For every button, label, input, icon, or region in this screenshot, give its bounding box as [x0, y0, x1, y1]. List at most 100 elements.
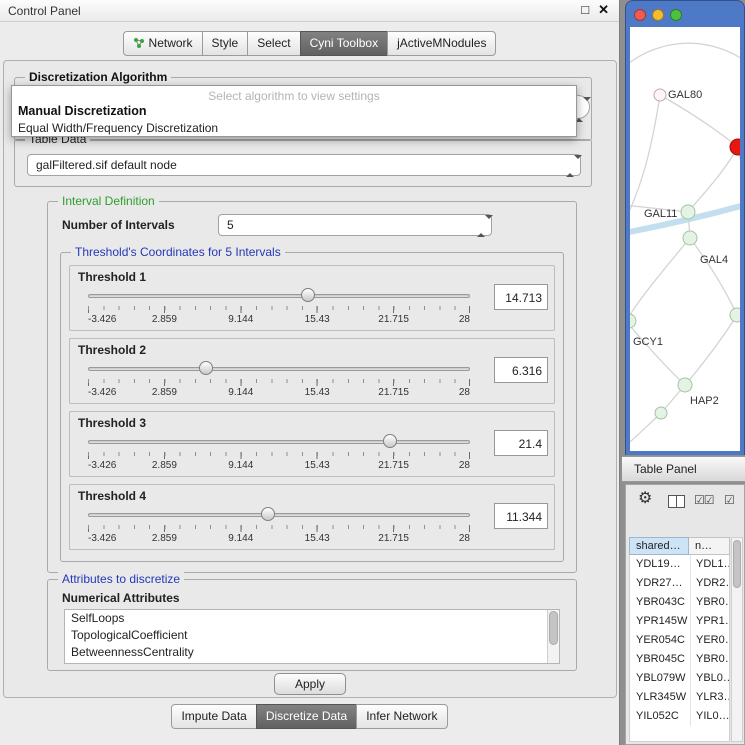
column-header-shared[interactable]: shared… [629, 537, 689, 555]
tab-network[interactable]: Network [123, 31, 203, 56]
node-label: GAL4 [700, 254, 728, 266]
tab-label: Infer Network [366, 709, 437, 723]
numerical-attributes-label: Numerical Attributes [62, 591, 180, 605]
threshold-slider[interactable] [88, 434, 470, 450]
tab-label: Discretize Data [266, 709, 347, 723]
table-row[interactable]: YBR043CYBR0… [630, 593, 729, 612]
table-data-group: Table Data galFiltered.sif default node [14, 139, 592, 187]
slider-minor-ticks [88, 525, 470, 529]
threshold-value-field[interactable]: 21.4 [494, 430, 548, 456]
tab-label: Style [212, 36, 239, 50]
slider-track[interactable] [88, 440, 470, 444]
table-row[interactable]: YIL052CYIL0… [630, 707, 729, 726]
tab-label: Select [257, 36, 290, 50]
slider-thumb[interactable] [383, 434, 397, 448]
tab-impute-data[interactable]: Impute Data [171, 704, 256, 729]
slider-thumb[interactable] [301, 288, 315, 302]
threshold-slider[interactable] [88, 288, 470, 304]
threshold-value-field[interactable]: 11.344 [494, 503, 548, 529]
column-header-name[interactable]: n… [689, 537, 730, 555]
algorithm-placeholder: Select algorithm to view settings [12, 89, 576, 103]
table-header-row: shared… n… [629, 537, 730, 555]
minimize-icon[interactable]: □ [581, 2, 589, 18]
network-canvas[interactable]: GAL80 GAL11 GAL4 GCY1 HAP2 [630, 27, 740, 451]
table-row[interactable]: YDR27…YDR2… [630, 574, 729, 593]
threshold-value-field[interactable]: 14.713 [494, 284, 548, 310]
threshold-label: Threshold 4 [78, 489, 146, 503]
scrollbar-thumb[interactable] [549, 611, 558, 645]
window-title: Control Panel [8, 4, 81, 18]
network-node[interactable] [730, 308, 740, 322]
table-row[interactable]: YBR045CYBR0… [630, 650, 729, 669]
menu-item-manual-discretization[interactable]: Manual Discretization [18, 104, 576, 118]
combo-stepper-icon [477, 219, 486, 231]
columns-icon[interactable] [668, 495, 685, 508]
threshold-label: Threshold 1 [78, 270, 146, 284]
interval-definition-label: Interval Definition [58, 194, 159, 208]
tab-infer-network[interactable]: Infer Network [356, 704, 447, 729]
threshold-slider[interactable] [88, 507, 470, 523]
zoom-traffic-light[interactable] [670, 9, 682, 21]
number-of-intervals-label: Number of Intervals [62, 218, 175, 232]
slider-minor-ticks [88, 379, 470, 383]
threshold-panel: Threshold 3 21.4 -3.4262.8599.14415.4321… [69, 411, 555, 477]
table-row[interactable]: YLR345WYLR3… [630, 688, 729, 707]
list-scrollbar[interactable] [547, 610, 559, 663]
network-node[interactable] [683, 231, 697, 245]
threshold-slider[interactable] [88, 361, 470, 377]
table-row[interactable]: YER054CYER0… [630, 631, 729, 650]
table-data-combobox[interactable]: galFiltered.sif default node [27, 154, 581, 176]
close-traffic-light[interactable] [634, 9, 646, 21]
network-tab-icon [133, 37, 145, 49]
minimize-traffic-light[interactable] [652, 9, 664, 21]
thresholds-group: Threshold's Coordinates for 5 Intervals … [60, 252, 564, 562]
slider-thumb[interactable] [199, 361, 213, 375]
threshold-label: Threshold 3 [78, 416, 146, 430]
close-icon[interactable]: ✕ [598, 2, 609, 18]
scrollbar-thumb[interactable] [733, 540, 741, 588]
tab-cyni-toolbox[interactable]: Cyni Toolbox [300, 31, 388, 56]
table-row[interactable]: YDL19…YDL1… [630, 555, 729, 574]
network-node[interactable] [655, 407, 667, 419]
number-of-intervals-combobox[interactable]: 5 [218, 214, 492, 236]
list-item[interactable]: TopologicalCoefficient [65, 627, 559, 644]
table-scrollbar[interactable] [731, 537, 743, 742]
threshold-value-field[interactable]: 6.316 [494, 357, 548, 383]
slider-track[interactable] [88, 294, 470, 298]
tab-select[interactable]: Select [247, 31, 300, 56]
table-row[interactable]: YBL079WYBL0… [630, 669, 729, 688]
algorithm-dropdown-popup: Select algorithm to view settings Manual… [11, 85, 577, 137]
number-of-intervals-value: 5 [227, 218, 234, 232]
slider-scale: -3.4262.8599.14415.4321.71528 [88, 314, 470, 326]
apply-button[interactable]: Apply [274, 673, 346, 695]
slider-scale: -3.4262.8599.14415.4321.71528 [88, 533, 470, 545]
interval-definition-group: Interval Definition Number of Intervals … [47, 201, 577, 573]
select-columns-checkbox-icon[interactable]: ☑☑ [694, 493, 714, 507]
thresholds-stack: Threshold 1 14.713 -3.4262.8599.14415.43… [69, 265, 555, 553]
slider-track[interactable] [88, 367, 470, 371]
cyni-toolbox-panel: Discretization Algorithm Select algorith… [3, 60, 617, 698]
slider-thumb[interactable] [261, 507, 275, 521]
network-node[interactable] [681, 205, 695, 219]
slider-track[interactable] [88, 513, 470, 517]
table-row[interactable]: YPR145WYPR1… [630, 612, 729, 631]
list-item[interactable]: SelfLoops [65, 610, 559, 627]
gear-icon[interactable]: ⚙ [638, 491, 652, 507]
control-panel-window: Control Panel □ ✕ Network Style Select C… [0, 0, 620, 745]
attributes-group: Attributes to discretize Numerical Attri… [47, 579, 577, 671]
tab-discretize-data[interactable]: Discretize Data [256, 704, 357, 729]
network-node[interactable] [630, 314, 636, 328]
bottom-tab-bar: Impute Data Discretize Data Infer Networ… [0, 704, 619, 729]
top-tab-bar: Network Style Select Cyni Toolbox jActiv… [0, 31, 619, 56]
list-item[interactable]: BetweennessCentrality [65, 644, 559, 661]
select-rows-checkbox-icon[interactable]: ☑ [724, 493, 735, 507]
threshold-panel: Threshold 2 6.316 -3.4262.8599.14415.432… [69, 338, 555, 404]
menu-item-equal-width-frequency[interactable]: Equal Width/Frequency Discretization [18, 121, 576, 135]
network-node[interactable] [654, 89, 666, 101]
table-panel: ⚙ ☑☑ ☑ shared… n… YDL19…YDL1… YDR27…YDR2… [625, 484, 745, 745]
tab-jactivemnodules[interactable]: jActiveMNodules [387, 31, 496, 56]
network-node[interactable] [678, 378, 692, 392]
tab-label: Network [149, 36, 193, 50]
tab-style[interactable]: Style [202, 31, 249, 56]
table-panel-header: Table Panel [622, 456, 745, 482]
